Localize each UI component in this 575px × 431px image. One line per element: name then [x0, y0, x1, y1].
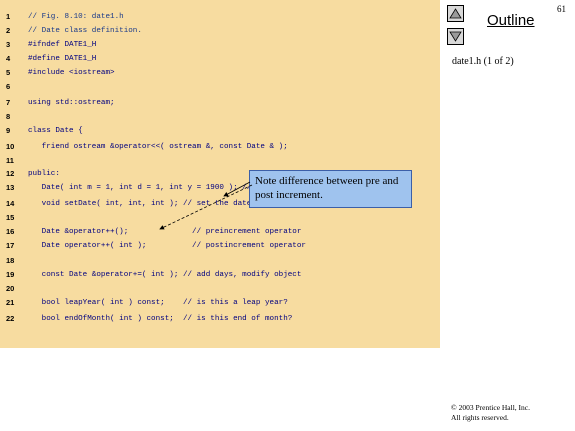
code-line: 9 class Date { [0, 124, 440, 138]
code-text: #define DATE1_H [28, 55, 97, 63]
code-line: 4 #define DATE1_H [0, 52, 440, 66]
code-line: 15 [0, 211, 440, 225]
code-line: 21 bool leapYear( int ) const; // is thi… [0, 296, 440, 310]
triangle-down-icon [449, 31, 462, 42]
previous-slide-button[interactable] [447, 5, 464, 22]
line-number: 16 [6, 227, 15, 236]
line-number: 10 [6, 142, 15, 151]
line-number: 11 [6, 156, 14, 165]
code-text: void setDate( int, int, int ); // set th… [28, 200, 252, 208]
line-number: 13 [6, 183, 15, 192]
code-text: public: [28, 170, 60, 178]
code-line: 17 Date operator++( int ); // postincrem… [0, 239, 440, 253]
code-text: const Date &operator+=( int ); // add da… [28, 271, 302, 279]
line-number: 14 [6, 199, 15, 208]
code-text: #include <iostream> [28, 69, 115, 77]
line-number: 5 [6, 68, 11, 77]
code-line: 5 #include <iostream> [0, 66, 440, 80]
code-line: 2 // Date class definition. [0, 24, 440, 38]
code-text: // Date class definition. [28, 27, 142, 35]
line-number: 17 [6, 241, 15, 250]
callout-note: Note difference between pre and post inc… [249, 170, 412, 208]
code-line: 22 bool endOfMonth( int ) const; // is t… [0, 312, 440, 326]
callout-text: Note difference between pre and post inc… [255, 175, 399, 201]
rights-line: All rights reserved. [451, 413, 509, 422]
page-number: 61 [557, 4, 566, 14]
file-label: date1.h (1 of 2) [452, 56, 514, 67]
line-number: 9 [6, 126, 11, 135]
line-number: 18 [6, 256, 15, 265]
code-text: friend ostream &operator<<( ostream &, c… [28, 143, 288, 151]
line-number: 21 [6, 298, 15, 307]
triangle-up-icon [449, 8, 462, 19]
code-line: 18 [0, 254, 440, 268]
line-number: 1 [6, 12, 11, 21]
line-number: 4 [6, 54, 11, 63]
line-number: 15 [6, 213, 15, 222]
code-text: class Date { [28, 127, 83, 135]
code-line: 7 using std::ostream; [0, 96, 440, 110]
code-line: 6 [0, 80, 440, 94]
code-text: bool endOfMonth( int ) const; // is this… [28, 315, 293, 323]
outline-title[interactable]: Outline [487, 12, 535, 29]
code-text: #ifndef DATE1_H [28, 41, 97, 49]
line-number: 12 [6, 169, 15, 178]
line-number: 6 [6, 82, 11, 91]
line-number: 20 [6, 284, 15, 293]
code-line: 19 const Date &operator+=( int ); // add… [0, 268, 440, 282]
line-number: 3 [6, 40, 11, 49]
line-number: 19 [6, 270, 15, 279]
code-line: 8 [0, 110, 440, 124]
code-line: 1 // Fig. 8.10: date1.h [0, 10, 440, 24]
code-text: // Fig. 8.10: date1.h [28, 13, 124, 21]
line-number: 7 [6, 98, 11, 107]
code-line: 16 Date &operator++(); // preincrement o… [0, 225, 440, 239]
copyright-notice: © 2003 Prentice Hall, Inc. All rights re… [451, 403, 530, 423]
code-line: 20 [0, 282, 440, 296]
line-number: 8 [6, 112, 11, 121]
code-line: 10 friend ostream &operator<<( ostream &… [0, 140, 440, 154]
code-text: Date operator++( int ); // postincrement… [28, 242, 306, 250]
next-slide-button[interactable] [447, 28, 464, 45]
line-number: 2 [6, 26, 11, 35]
code-line: 3 #ifndef DATE1_H [0, 38, 440, 52]
copyright-line: © 2003 Prentice Hall, Inc. [451, 403, 531, 412]
code-text: Date &operator++(); // preincrement oper… [28, 228, 302, 236]
code-text: using std::ostream; [28, 99, 115, 107]
code-line: 11 [0, 154, 440, 168]
code-text: bool leapYear( int ) const; // is this a… [28, 299, 288, 307]
line-number: 22 [6, 314, 15, 323]
